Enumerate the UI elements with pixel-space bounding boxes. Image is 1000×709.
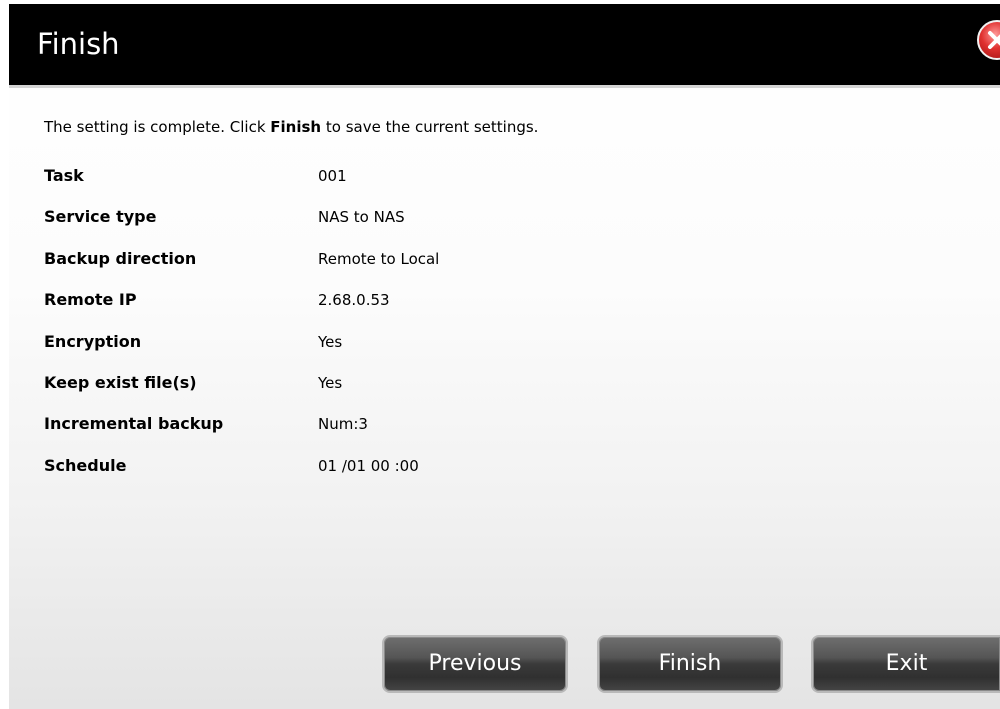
intro-text: The setting is complete. Click Finish to… [44,117,538,137]
summary-row-remote-ip: Remote IP 2.68.0.53 [44,288,644,329]
summary-label: Service type [44,207,157,227]
previous-button[interactable]: Previous [382,635,568,693]
finish-dialog: Finish The setting is complete. Click Fi… [9,4,1000,709]
close-icon [988,31,1000,49]
dialog-title: Finish [37,27,120,61]
summary-label: Keep exist file(s) [44,372,197,392]
exit-button[interactable]: Exit [811,635,1000,693]
summary-value: 01 /01 00 :00 [318,456,419,475]
intro-text-after: to save the current settings. [321,118,539,136]
summary-row-keep-exist-files: Keep exist file(s) Yes [44,371,644,412]
intro-text-before: The setting is complete. Click [44,118,271,136]
dialog-titlebar: Finish [9,4,1000,88]
summary-label: Task [44,166,84,185]
finish-button[interactable]: Finish [597,635,783,693]
summary-value: Num:3 [318,415,368,434]
summary-label: Backup direction [44,248,197,268]
summary-label: Incremental backup [44,414,224,434]
summary-label: Schedule [44,455,127,475]
summary-value: 2.68.0.53 [318,291,390,310]
summary-row-incremental-backup: Incremental backup Num:3 [44,412,644,453]
summary-value: 001 [318,167,347,185]
summary-value: Remote to Local [318,249,440,268]
intro-text-bold: Finish [270,118,322,136]
summary-row-task: Task 001 [44,164,644,205]
summary-value: Yes [318,332,343,351]
summary-row-service-type: Service type NAS to NAS [44,205,644,246]
summary-value: Yes [318,373,343,392]
settings-summary: Task 001 Service type NAS to NAS Backup … [44,164,644,495]
summary-row-encryption: Encryption Yes [44,330,644,371]
summary-value: NAS to NAS [318,208,405,227]
summary-label: Remote IP [44,290,137,310]
summary-row-backup-direction: Backup direction Remote to Local [44,247,644,288]
summary-label: Encryption [44,331,142,351]
summary-row-schedule: Schedule 01 /01 00 :00 [44,454,644,495]
